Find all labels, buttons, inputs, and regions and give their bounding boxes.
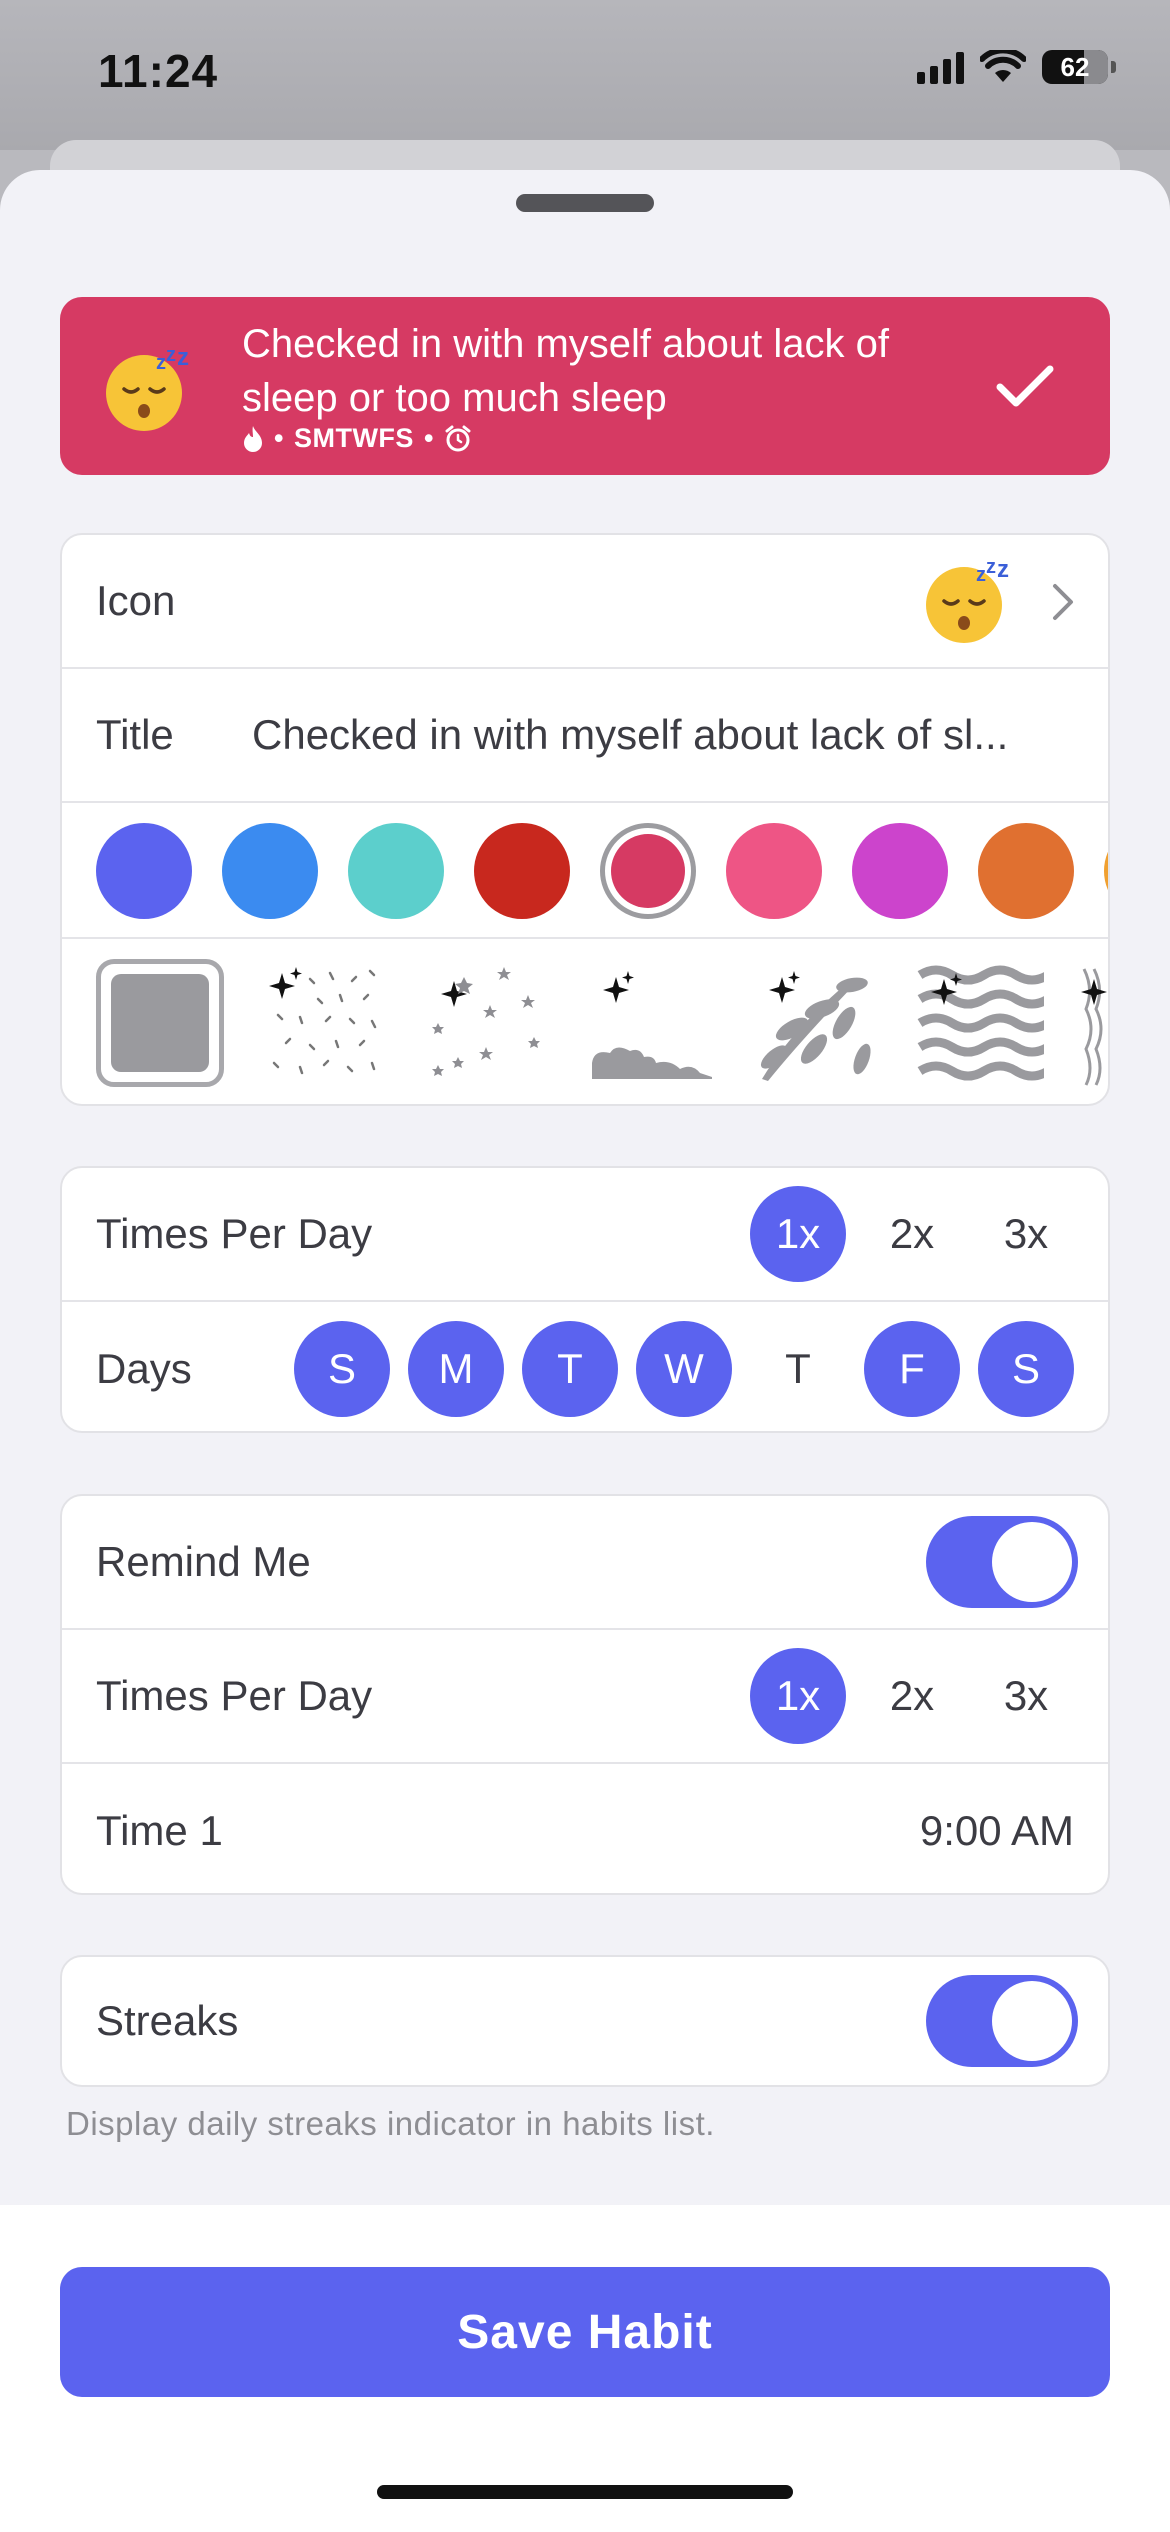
- appearance-group: Icon z z z Title Checked in with myself …: [60, 533, 1110, 1106]
- streaks-row: Streaks: [62, 1957, 1108, 2085]
- status-icons: 62: [917, 50, 1116, 84]
- remind-me-row: Remind Me: [62, 1496, 1108, 1630]
- pattern-leaves-option[interactable]: [752, 959, 880, 1087]
- sheet-grabber[interactable]: [516, 194, 654, 212]
- meta-separator: •: [423, 423, 434, 453]
- svg-text:z: z: [156, 352, 166, 374]
- reminder-times-option[interactable]: 3x: [978, 1648, 1074, 1744]
- days-label: Days: [96, 1344, 192, 1392]
- reminder-times-selector: 1x 2x 3x: [750, 1630, 1074, 1762]
- habit-preview-banner[interactable]: z z z Checked in with myself about lack …: [60, 297, 1110, 475]
- svg-text:z: z: [177, 344, 189, 371]
- streaks-toggle[interactable]: [926, 1975, 1078, 2067]
- color-swatch[interactable]: [474, 823, 570, 919]
- color-swatch[interactable]: [222, 823, 318, 919]
- color-swatch[interactable]: [726, 823, 822, 919]
- times-per-day-option[interactable]: 1x: [750, 1186, 846, 1282]
- day-toggle[interactable]: F: [864, 1320, 960, 1417]
- times-per-day-option[interactable]: 3x: [978, 1186, 1074, 1282]
- remind-me-toggle[interactable]: [926, 1516, 1078, 1608]
- streaks-label: Streaks: [96, 1997, 239, 2044]
- checkmark-icon: [996, 365, 1054, 407]
- time-1-label: Time 1: [96, 1806, 223, 1854]
- pattern-picker-row: [62, 939, 1110, 1104]
- sleeping-face-icon: z z z: [106, 344, 189, 431]
- svg-text:z: z: [986, 556, 996, 578]
- day-toggle[interactable]: M: [408, 1320, 504, 1417]
- reminder-times-row: Times Per Day 1x 2x 3x: [62, 1630, 1108, 1764]
- pattern-options: [96, 959, 1110, 1087]
- reminder-times-option[interactable]: 1x: [750, 1648, 846, 1744]
- svg-text:z: z: [976, 564, 986, 586]
- flame-icon: [244, 425, 262, 452]
- pattern-stars-option[interactable]: [424, 959, 552, 1087]
- svg-text:z: z: [166, 344, 176, 366]
- streaks-note: Display daily streaks indicator in habit…: [66, 2105, 715, 2142]
- svg-text:z: z: [997, 556, 1009, 583]
- icon-label: Icon: [96, 577, 176, 624]
- times-per-day-option[interactable]: 2x: [864, 1186, 960, 1282]
- title-input[interactable]: Checked in with myself about lack of sl.…: [252, 669, 1078, 801]
- title-label: Title: [96, 711, 174, 758]
- streaks-group: Streaks: [60, 1955, 1110, 2087]
- wifi-icon: [980, 50, 1026, 82]
- home-indicator[interactable]: [377, 2485, 793, 2499]
- status-bar: 11:24 62: [0, 0, 1170, 150]
- days-row: Days SMTWTFS: [62, 1302, 1108, 1431]
- save-habit-button[interactable]: Save Habit: [60, 2267, 1110, 2397]
- color-swatch[interactable]: [348, 823, 444, 919]
- days-selector: SMTWTFS: [294, 1302, 1074, 1431]
- chevron-right-icon: [1053, 584, 1073, 620]
- day-toggle[interactable]: S: [294, 1320, 390, 1417]
- sleeping-face-icon: z z z: [926, 556, 1009, 643]
- pattern-clouds-option[interactable]: [588, 959, 716, 1087]
- day-toggle[interactable]: T: [750, 1321, 846, 1417]
- color-swatch[interactable]: [96, 823, 192, 919]
- times-per-day-selector: 1x 2x 3x: [750, 1168, 1074, 1300]
- schedule-group: Times Per Day 1x 2x 3x Days SMTWTFS: [60, 1166, 1110, 1433]
- color-swatch[interactable]: [852, 823, 948, 919]
- time-1-value[interactable]: 9:00 AM: [920, 1764, 1074, 1893]
- title-row[interactable]: Title Checked in with myself about lack …: [62, 669, 1108, 803]
- pattern-waves-option[interactable]: [916, 959, 1044, 1087]
- day-toggle[interactable]: W: [636, 1320, 732, 1417]
- banner-days: SMTWFS: [293, 423, 414, 453]
- times-per-day-label: Times Per Day: [96, 1210, 373, 1257]
- times-per-day-row: Times Per Day 1x 2x 3x: [62, 1168, 1108, 1302]
- time-1-row[interactable]: Time 1 9:00 AM: [62, 1764, 1108, 1893]
- meta-separator: •: [274, 423, 284, 453]
- pattern-solid-option[interactable]: [96, 959, 224, 1087]
- color-picker-row: [62, 803, 1108, 939]
- cellular-signal-icon: [917, 50, 964, 84]
- reminder-times-option[interactable]: 2x: [864, 1648, 960, 1744]
- battery-icon: 62: [1042, 50, 1116, 84]
- battery-level: 62: [1060, 51, 1090, 82]
- reminders-group: Remind Me Times Per Day 1x 2x 3x Time 1 9:…: [60, 1494, 1110, 1895]
- alarm-clock-icon: [445, 425, 471, 451]
- day-toggle[interactable]: S: [978, 1320, 1074, 1417]
- edit-habit-sheet: z z z Checked in with myself about lack …: [0, 170, 1170, 2532]
- color-swatch[interactable]: [600, 823, 696, 919]
- reminder-times-label: Times Per Day: [96, 1672, 373, 1719]
- color-swatches: [96, 823, 1108, 919]
- day-toggle[interactable]: T: [522, 1320, 618, 1417]
- pattern-confetti-option[interactable]: [260, 959, 388, 1087]
- status-time: 11:24: [98, 45, 219, 97]
- color-swatch[interactable]: [978, 823, 1074, 919]
- remind-me-label: Remind Me: [96, 1538, 311, 1585]
- icon-row[interactable]: Icon z z z: [62, 535, 1108, 669]
- banner-meta: • SMTWFS •: [242, 423, 472, 454]
- banner-title: Checked in with myself about lack of sle…: [242, 322, 889, 420]
- pattern-lines-option[interactable]: [1080, 959, 1110, 1087]
- color-swatch[interactable]: [1104, 823, 1108, 919]
